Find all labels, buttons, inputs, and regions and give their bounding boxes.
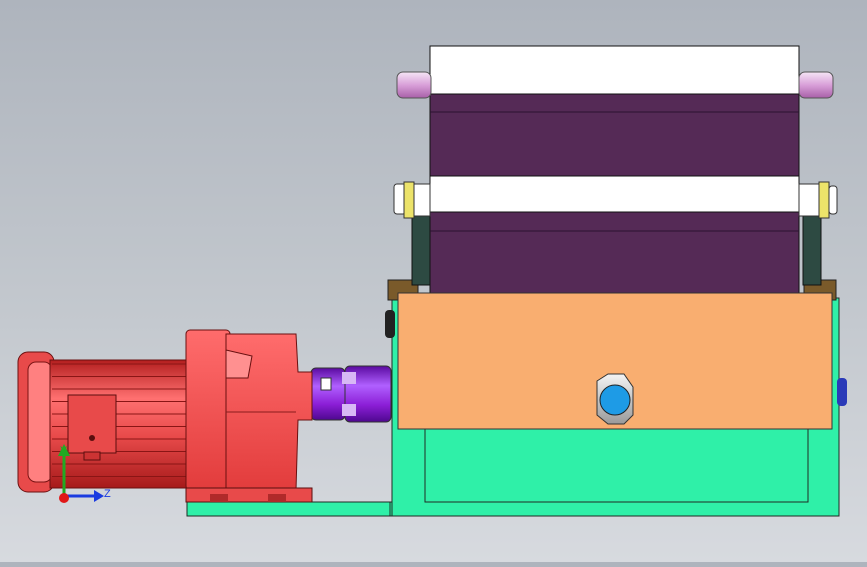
coupling-hub-left	[310, 367, 346, 421]
cable-gland	[83, 451, 101, 461]
z-axis-arrow	[94, 490, 104, 502]
mid-shaft-right-washer	[818, 181, 830, 219]
assembly-drawing: Y Z	[17, 45, 847, 517]
top-shaft-right	[798, 71, 834, 99]
fitting-core	[599, 384, 631, 416]
cad-viewport[interactable]: Y Z	[0, 0, 867, 562]
foot-slot-1	[210, 494, 228, 502]
mid-shaft-left-washer	[403, 181, 415, 219]
terminal-screw	[89, 435, 95, 441]
bracket-right-pin	[837, 378, 847, 406]
motor-flange	[185, 329, 231, 491]
motor-end-ring	[27, 361, 53, 483]
bracket-right-arm	[802, 214, 822, 286]
roller-top-band	[429, 45, 800, 95]
coupling-jaw-1	[342, 372, 356, 384]
bracket-left-pin	[385, 310, 395, 338]
coupling-jaw-2	[342, 404, 356, 416]
roller-stack[interactable]	[393, 45, 838, 295]
terminal-box	[67, 394, 117, 454]
z-axis-label: Z	[104, 488, 111, 500]
geared-motor[interactable]	[17, 329, 313, 503]
mid-shaft-right-cap	[828, 185, 838, 215]
roller-middle-band	[429, 175, 800, 213]
mid-shaft-left-collar	[413, 183, 431, 217]
y-axis-label: Y	[60, 445, 68, 457]
hex-fitting[interactable]	[596, 373, 634, 425]
coupling-setscrew	[320, 377, 332, 391]
x-axis-dot	[59, 493, 69, 503]
motor-foot	[185, 487, 313, 503]
jaw-coupling[interactable]	[310, 365, 392, 423]
top-shaft-left	[396, 71, 432, 99]
mid-shaft-right-collar	[798, 183, 820, 217]
frame-inner-panel	[424, 427, 809, 503]
bracket-left-arm	[411, 214, 431, 286]
foot-slot-2	[268, 494, 286, 502]
